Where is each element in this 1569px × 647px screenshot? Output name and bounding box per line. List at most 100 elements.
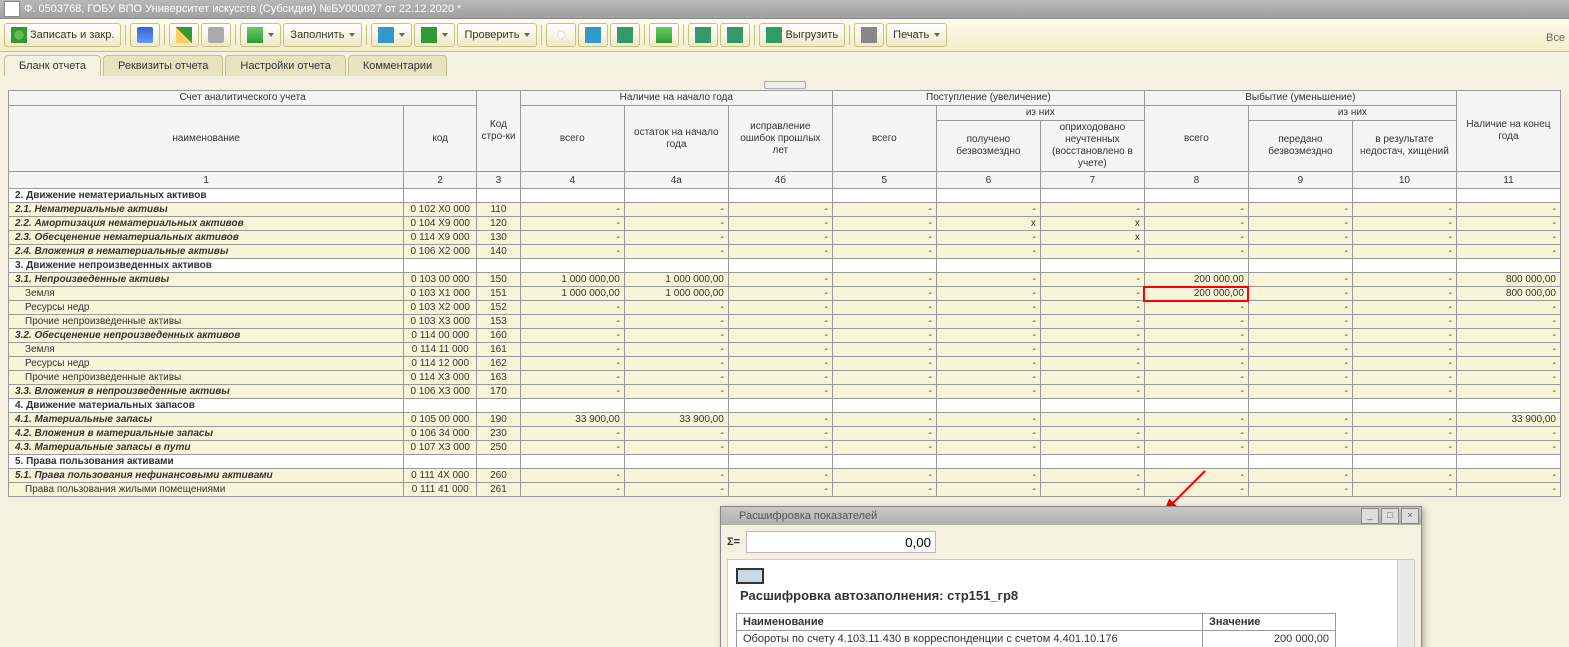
h-begin: Наличие на начало года (520, 91, 832, 106)
table-row[interactable]: 4.1. Материальные запасы0 105 00 0001903… (9, 413, 1561, 427)
popup-title: Расшифровка показателей (739, 510, 877, 522)
h-outcome-free: передано безвозмездно (1248, 121, 1352, 172)
excel-icon (695, 27, 711, 43)
h-begin-rest: остаток на начало года (624, 106, 728, 172)
table-row[interactable]: 2.4. Вложения в нематериальные активы0 1… (9, 245, 1561, 259)
fill-button[interactable]: Заполнить (283, 23, 362, 47)
table-row[interactable]: 2.3. Обесценение нематериальных активов0… (9, 231, 1561, 245)
add-button[interactable] (649, 23, 679, 47)
sigma-label: Σ= (727, 536, 740, 548)
excel-button-1[interactable] (688, 23, 718, 47)
h-name: наименование (9, 106, 404, 172)
table-row[interactable]: Ресурсы недр0 103 X2 000152---------- (9, 301, 1561, 315)
popup-row: Обороты по счету 4.103.11.430 в корреспо… (737, 631, 1336, 647)
table-row[interactable]: Земля0 103 X1 0001511 000 000,001 000 00… (9, 287, 1561, 301)
excel-button-2[interactable] (720, 23, 750, 47)
document-icon (4, 1, 20, 17)
all-actions-label[interactable]: Все (1546, 32, 1565, 44)
popup-titlebar[interactable]: Расшифровка показателей _ □ × (721, 507, 1421, 525)
table-row[interactable]: Прочие непроизведенные активы0 103 X3 00… (9, 315, 1561, 329)
refresh-button[interactable] (578, 23, 608, 47)
printer-icon (861, 27, 877, 43)
find-button[interactable] (546, 23, 576, 47)
view-button[interactable] (610, 23, 640, 47)
find-icon (553, 27, 569, 43)
check-action-button[interactable] (414, 23, 455, 47)
h-outcome-of: из них (1248, 106, 1456, 121)
h-income-restored: оприходовано неучтенных (восстановлено в… (1040, 121, 1144, 172)
popup-scrollbar-v[interactable] (1397, 560, 1414, 647)
h-income-of: из них (936, 106, 1144, 121)
clip-icon (208, 27, 224, 43)
h-begin-total: всего (520, 106, 624, 172)
table-row[interactable]: 5.1. Права пользования нефинансовыми акт… (9, 469, 1561, 483)
popup-heading: Расшифровка автозаполнения: стр151_гр8 (740, 588, 1406, 603)
fill-action-button[interactable] (240, 23, 281, 47)
check-button[interactable]: Проверить (457, 23, 537, 47)
tab-0[interactable]: Бланк отчета (4, 55, 101, 76)
table-row[interactable]: Ресурсы недр0 114 12 000162---------- (9, 357, 1561, 371)
tab-3[interactable]: Комментарии (348, 55, 447, 76)
toolbar: Записать и закр. Заполнить Проверить Выг… (0, 19, 1569, 52)
write-close-button[interactable]: Записать и закр. (4, 23, 121, 47)
table-row[interactable]: Земля0 114 11 000161---------- (9, 343, 1561, 357)
save-button[interactable] (130, 23, 160, 47)
table-row[interactable]: 3.1. Непроизведенные активы0 103 00 0001… (9, 273, 1561, 287)
splitter-handle[interactable] (764, 81, 806, 89)
selection-indicator (736, 568, 764, 584)
popup-col-value: Значение (1203, 614, 1336, 631)
document-icon (723, 510, 735, 522)
h-end: Наличие на конец года (1456, 91, 1560, 172)
export-button[interactable]: Выгрузить (759, 23, 845, 47)
tab-2[interactable]: Настройки отчета (225, 55, 345, 76)
print-icon-button[interactable] (854, 23, 884, 47)
table-row[interactable]: 4.3. Материальные запасы в пути0 107 X3 … (9, 441, 1561, 455)
splitter[interactable] (8, 80, 1561, 90)
h-outcome-total: всего (1144, 106, 1248, 172)
refresh-icon (585, 27, 601, 43)
table-row[interactable]: 2. Движение нематериальных активов (9, 189, 1561, 203)
h-income-total: всего (832, 106, 936, 172)
tree-icon (378, 27, 394, 43)
table-row[interactable]: Прочие непроизведенные активы0 114 X3 00… (9, 371, 1561, 385)
h-outcome: Выбытие (уменьшение) (1144, 91, 1456, 106)
disk-icon (137, 27, 153, 43)
content-area: Счет аналитического учета Код стро-ки На… (0, 76, 1569, 501)
table-row[interactable]: 2.1. Нематериальные активы0 102 X0 00011… (9, 203, 1561, 217)
table-row[interactable]: 4. Движение материальных запасов (9, 399, 1561, 413)
h-linecode: Код стро-ки (477, 91, 521, 172)
h-outcome-loss: в результате недостач, хищений (1352, 121, 1456, 172)
tree-button[interactable] (371, 23, 412, 47)
table-row[interactable]: 4.2. Вложения в материальные запасы0 106… (9, 427, 1561, 441)
table-row[interactable]: 3.2. Обесценение непроизведенных активов… (9, 329, 1561, 343)
h-account: Счет аналитического учета (9, 91, 477, 106)
popup-col-name: Наименование (737, 614, 1203, 631)
fill-icon (247, 27, 263, 43)
edit-button[interactable] (169, 23, 199, 47)
table-row[interactable]: 5. Права пользования активами (9, 455, 1561, 469)
minimize-button[interactable]: _ (1361, 508, 1379, 524)
table-row[interactable]: 3.3. Вложения в непроизведенные активы0 … (9, 385, 1561, 399)
h-begin-err: исправление ошибок прошлых лет (728, 106, 832, 172)
window-titlebar: Ф. 0503768, ГОБУ ВПО Университет искусст… (0, 0, 1569, 19)
print-button[interactable]: Печать (886, 23, 947, 47)
h-income: Поступление (увеличение) (832, 91, 1144, 106)
check-icon (421, 27, 437, 43)
h-code: код (404, 106, 477, 172)
excel-icon (727, 27, 743, 43)
tabs: Бланк отчетаРеквизиты отчетаНастройки от… (0, 52, 1569, 76)
close-button[interactable]: × (1401, 508, 1419, 524)
sigma-input[interactable] (746, 531, 936, 553)
save-icon (11, 27, 27, 43)
window-title: Ф. 0503768, ГОБУ ВПО Университет искусст… (24, 3, 461, 15)
tab-1[interactable]: Реквизиты отчета (103, 55, 223, 76)
table-row[interactable]: Права пользования жилыми помещениями0 11… (9, 483, 1561, 497)
view-icon (617, 27, 633, 43)
popup-table: НаименованиеЗначение Обороты по счету 4.… (736, 613, 1336, 647)
export-icon (766, 27, 782, 43)
table-row[interactable]: 2.2. Амортизация нематериальных активов0… (9, 217, 1561, 231)
maximize-button[interactable]: □ (1381, 508, 1399, 524)
attach-button[interactable] (201, 23, 231, 47)
table-row[interactable]: 3. Движение непроизведенных активов (9, 259, 1561, 273)
report-grid[interactable]: Счет аналитического учета Код стро-ки На… (8, 90, 1561, 497)
